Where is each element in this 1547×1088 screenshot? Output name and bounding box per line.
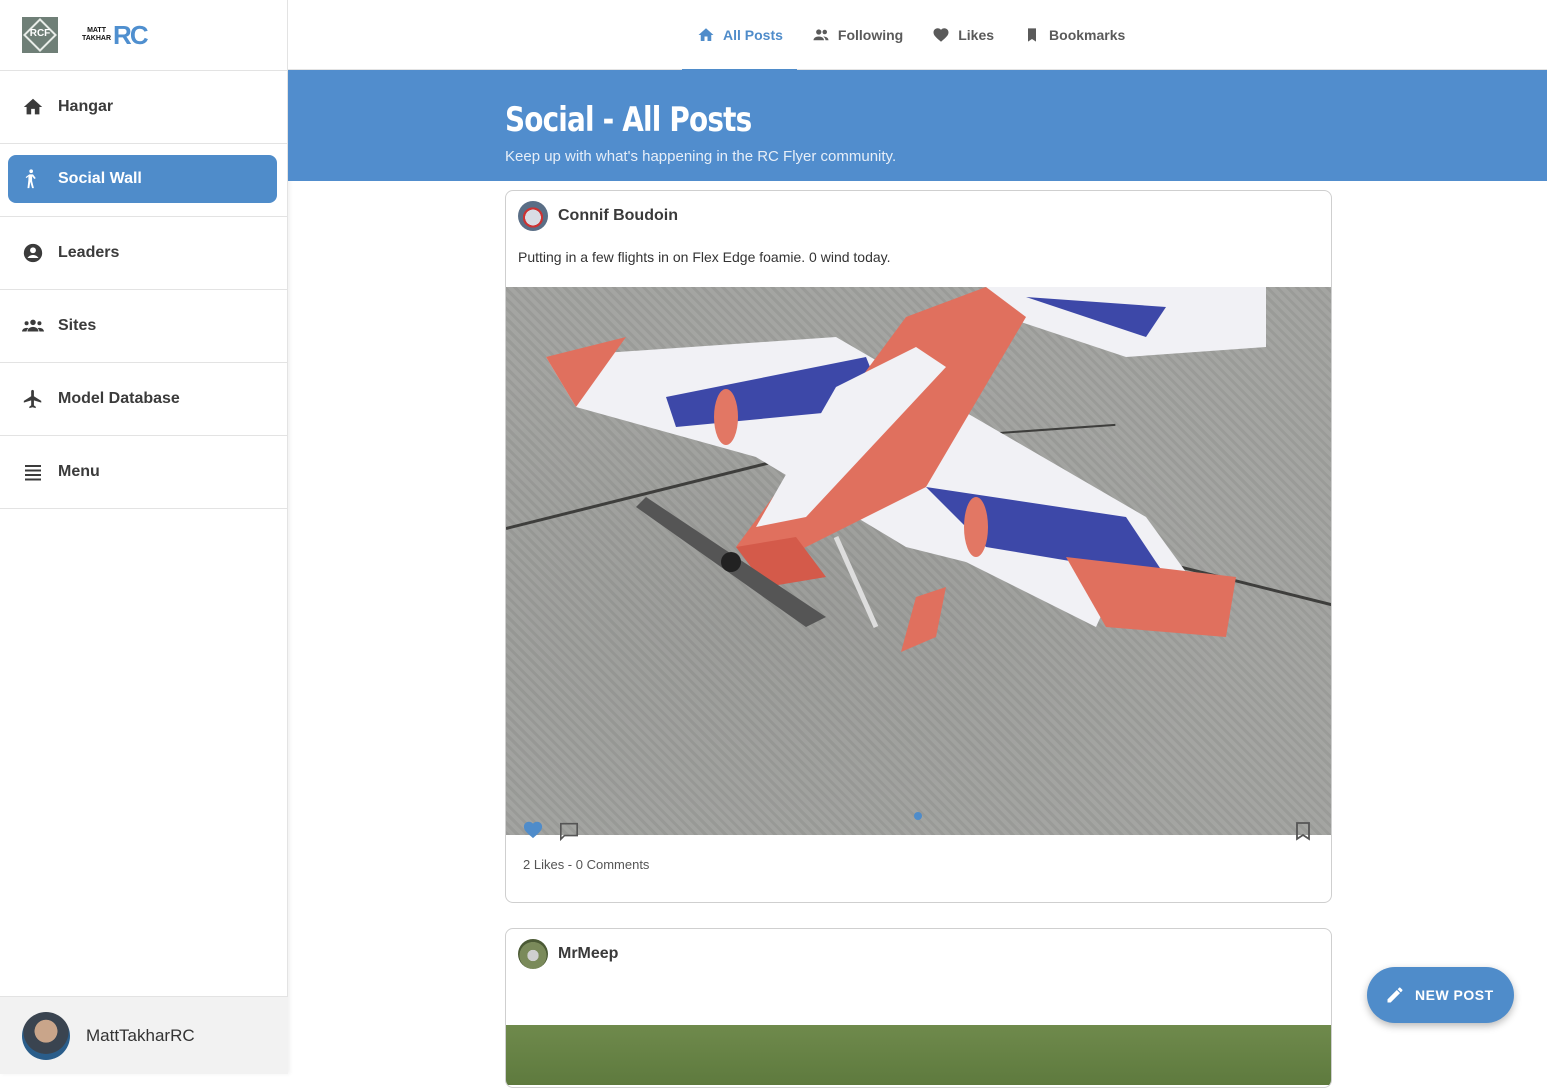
- post-text: [506, 979, 1331, 1025]
- page-subtitle: Keep up with what's happening in the RC …: [505, 148, 897, 165]
- logo-bar: RCF MATT TAKHAR RC: [0, 0, 287, 71]
- post-image[interactable]: [506, 1025, 1331, 1085]
- avatar[interactable]: [22, 1011, 70, 1060]
- tab-label: Likes: [958, 27, 995, 43]
- sidebar-item-sites[interactable]: Sites: [0, 290, 287, 363]
- sidebar-item-model-database[interactable]: Model Database: [0, 363, 287, 436]
- brand-line1: MATT: [87, 27, 106, 34]
- airplane-photo: [546, 287, 1266, 652]
- home-icon: [696, 25, 716, 45]
- sidebar-item-leaders[interactable]: Leaders: [0, 217, 287, 290]
- post-stats[interactable]: 2 Likes - 0 Comments: [523, 857, 649, 872]
- group-icon: [811, 25, 831, 45]
- user-profile[interactable]: MattTakharRC: [0, 996, 288, 1074]
- avatar[interactable]: [518, 939, 548, 969]
- pencil-icon: [1385, 985, 1405, 1005]
- tab-all-posts[interactable]: All Posts: [682, 0, 797, 71]
- post-card: MrMeep: [505, 928, 1332, 1088]
- tab-following[interactable]: Following: [797, 0, 917, 70]
- brand-rc: RC: [113, 19, 149, 50]
- airplane-icon: [22, 388, 44, 410]
- new-post-label: NEW POST: [1415, 987, 1494, 1003]
- post-card: Connif Boudoin Putting in a few flights …: [505, 190, 1332, 903]
- heart-icon: [931, 25, 951, 45]
- matt-takhar-rc-logo[interactable]: MATT TAKHAR RC: [82, 19, 149, 51]
- page-title: Social - All Posts: [505, 100, 752, 140]
- post-text: Putting in a few flights in on Flex Edge…: [518, 249, 891, 265]
- tab-likes[interactable]: Likes: [917, 0, 1008, 70]
- tab-bookmarks[interactable]: Bookmarks: [1008, 0, 1139, 70]
- sidebar-item-label: Model Database: [58, 390, 180, 407]
- sidebar-item-label: Social Wall: [58, 169, 142, 187]
- comment-icon[interactable]: [558, 821, 580, 842]
- tab-label: Bookmarks: [1049, 27, 1126, 43]
- page-banner: Social - All Posts Keep up with what's h…: [288, 70, 1547, 181]
- person-walking-icon: [22, 168, 44, 190]
- sidebar-item-hangar[interactable]: Hangar: [0, 71, 287, 144]
- group-icon: [22, 315, 44, 337]
- tab-label: Following: [837, 27, 904, 43]
- post-actions: 2 Likes - 0 Comments: [506, 812, 1331, 901]
- account-circle-icon: [22, 242, 44, 264]
- menu-icon: [22, 461, 44, 483]
- avatar[interactable]: [518, 201, 548, 231]
- sidebar-item-label: Sites: [58, 317, 97, 334]
- post-author[interactable]: Connif Boudoin: [558, 207, 678, 225]
- sidebar-item-menu[interactable]: Menu: [0, 436, 287, 509]
- post-header: MrMeep: [506, 929, 1331, 979]
- brand-line2: TAKHAR: [82, 35, 112, 42]
- heart-icon[interactable]: [522, 819, 544, 839]
- post-header: Connif Boudoin: [506, 191, 1331, 241]
- rcf-logo-text: RCF: [29, 28, 51, 39]
- carousel-dot[interactable]: [914, 812, 922, 820]
- sidebar-item-social-wall[interactable]: Social Wall: [0, 144, 287, 217]
- new-post-button[interactable]: NEW POST: [1367, 967, 1514, 1023]
- user-name: MattTakharRC: [86, 1025, 195, 1045]
- sidebar: RCF MATT TAKHAR RC Hangar Social Wall Le…: [0, 0, 288, 1074]
- post-author[interactable]: MrMeep: [558, 945, 618, 963]
- post-image[interactable]: [506, 287, 1331, 835]
- bookmark-icon[interactable]: [1295, 821, 1311, 841]
- tab-label: All Posts: [723, 27, 783, 43]
- home-icon: [22, 96, 44, 118]
- rcf-logo[interactable]: RCF: [22, 17, 58, 53]
- bookmark-icon: [1022, 25, 1042, 45]
- sidebar-item-label: Leaders: [58, 244, 120, 261]
- sidebar-item-label: Menu: [58, 463, 100, 480]
- top-bar: All Posts Following Likes Bookmarks: [288, 0, 1547, 71]
- tab-list: All Posts Following Likes Bookmarks: [682, 0, 1139, 71]
- sidebar-item-label: Hangar: [58, 98, 114, 115]
